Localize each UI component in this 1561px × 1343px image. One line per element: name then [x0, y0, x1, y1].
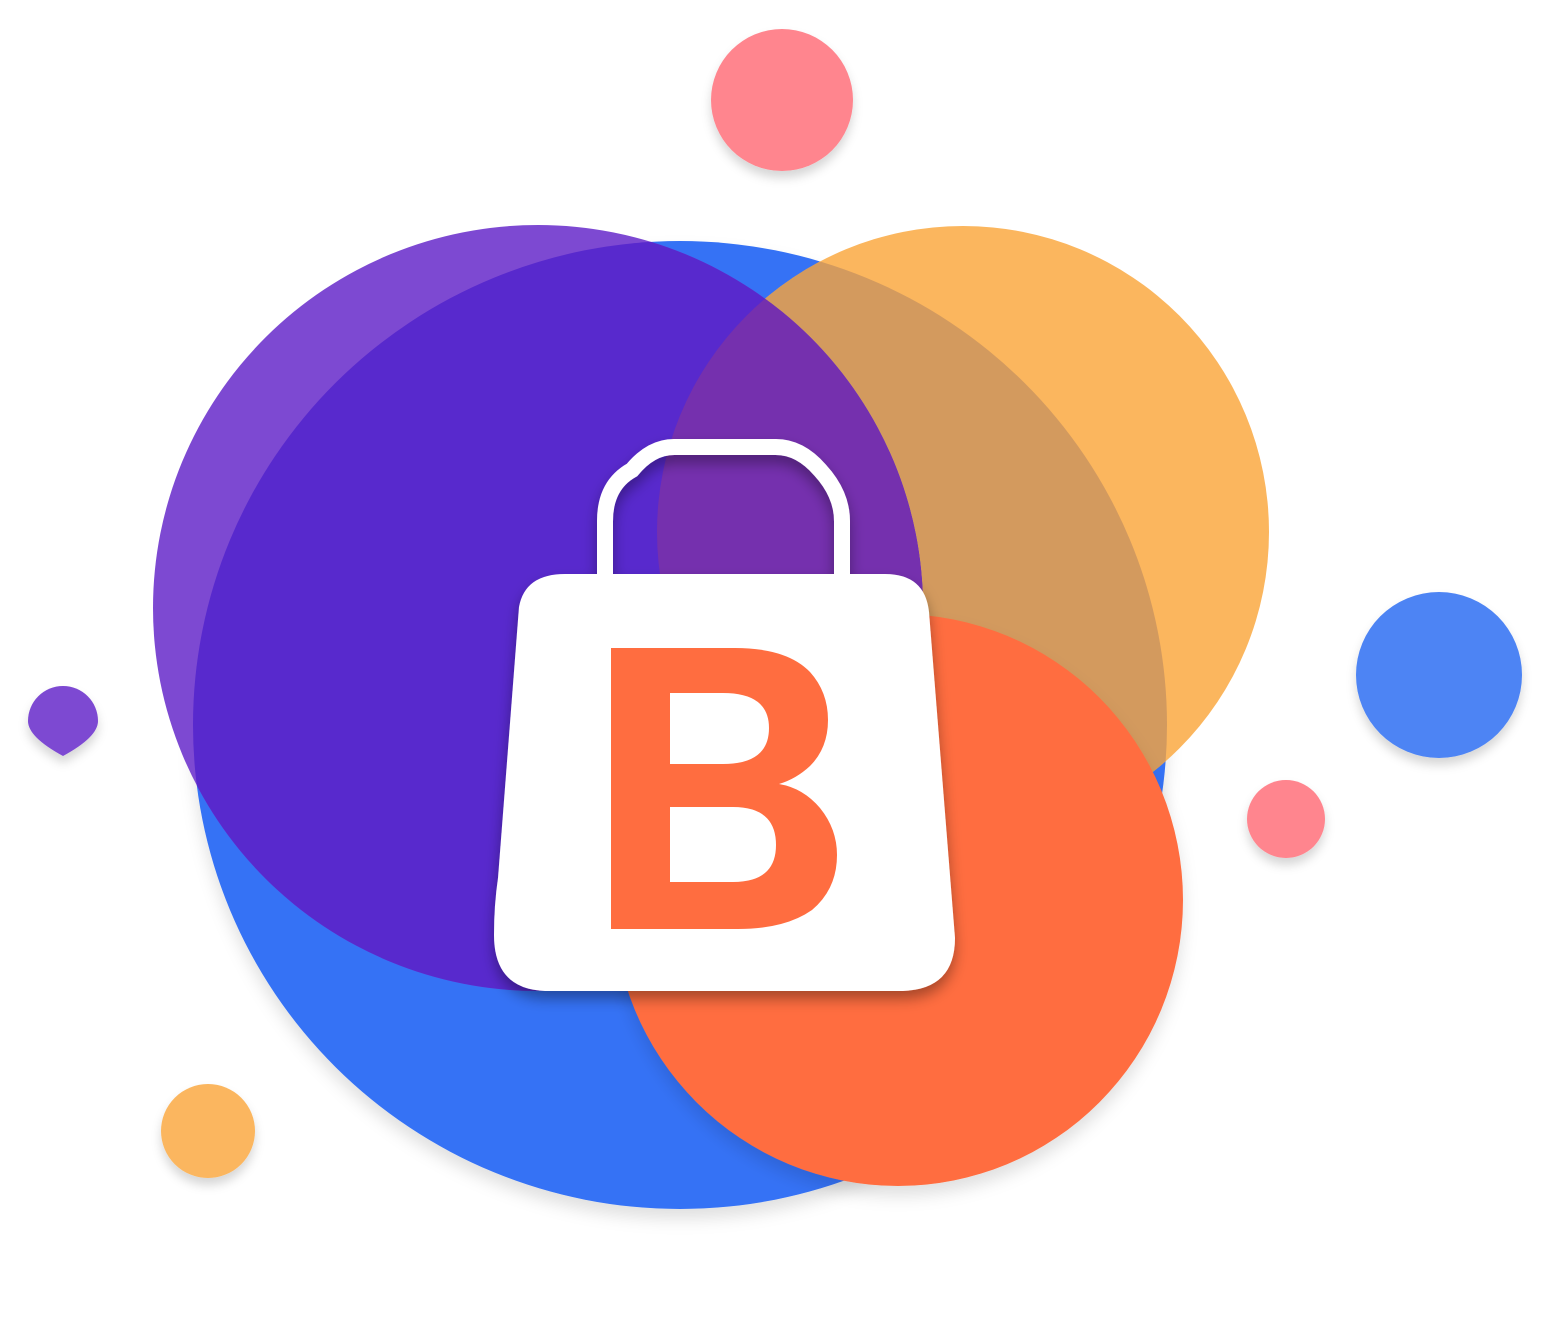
pink-dot-top — [711, 29, 853, 171]
logo-svg: B — [28, 29, 1522, 1209]
purple-drop-left — [28, 686, 98, 756]
logo-illustration: B — [0, 0, 1561, 1343]
orange-dot-bottom — [161, 1084, 255, 1178]
pink-dot-small — [1247, 780, 1325, 858]
blue-dot-right — [1356, 592, 1522, 758]
